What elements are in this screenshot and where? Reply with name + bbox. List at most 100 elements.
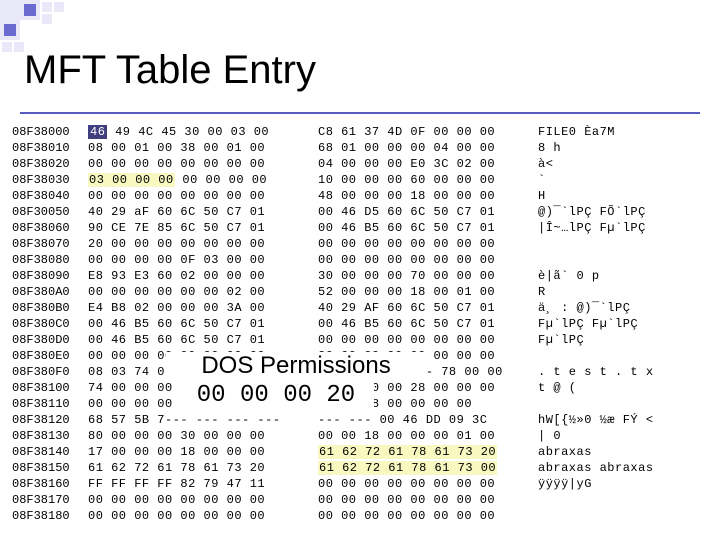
hex-bytes-left: 61 62 72 61 78 61 73 20 xyxy=(88,460,308,476)
hex-bytes-right: 10 00 00 00 60 00 00 00 xyxy=(318,172,538,188)
hex-bytes-left: 00 46 B5 60 6C 50 C7 01 xyxy=(88,332,308,348)
hex-bytes-left: 90 CE 7E 85 6C 50 C7 01 xyxy=(88,220,308,236)
hex-row: 08F3814017 00 00 00 18 00 00 00 61 62 72 … xyxy=(12,444,708,460)
hex-bytes-left: 80 00 00 00 30 00 00 00 xyxy=(88,428,308,444)
hex-bytes-right: 04 00 00 00 E0 3C 02 00 xyxy=(318,156,538,172)
hex-bytes-right: 00 00 00 00 00 00 00 00 xyxy=(318,332,538,348)
hex-row: 08F380B0E4 B8 02 00 00 00 3A 0040 29 AF … xyxy=(12,300,708,316)
slide-title: MFT Table Entry xyxy=(24,48,316,93)
hex-ascii: 8 h xyxy=(538,140,708,156)
hex-bytes-left: 00 00 00 00 00 00 00 00 xyxy=(88,492,308,508)
hex-bytes-left: FF FF FF FF 82 79 47 11 xyxy=(88,476,308,492)
hex-offset: 08F380A0 xyxy=(12,284,88,300)
hex-ascii: . t e s t . t x xyxy=(538,364,708,380)
hex-offset: 08F380B0 xyxy=(12,300,88,316)
hex-ascii: abraxas abraxas xyxy=(538,460,708,476)
hex-bytes-right: 48 00 00 00 18 00 00 00 xyxy=(318,188,538,204)
hex-ascii: FILE0 Èa7M xyxy=(538,124,708,140)
hex-bytes-right: 61 62 72 61 78 61 73 00 xyxy=(318,460,538,476)
hex-bytes-right: 00 00 00 00 00 00 00 00 xyxy=(318,236,538,252)
hex-offset: 08F38110 xyxy=(12,396,88,412)
hex-row: 08F3818000 00 00 00 00 00 00 0000 00 00 … xyxy=(12,508,708,524)
hex-bytes-left: 40 29 aF 60 6C 50 C7 01 xyxy=(88,204,308,220)
hex-offset: 08F380F0 xyxy=(12,364,88,380)
hex-offset: 08F38090 xyxy=(12,268,88,284)
hex-ascii: à< xyxy=(538,156,708,172)
hex-row: 08F38090E8 93 E3 60 02 00 00 00 30 00 00 … xyxy=(12,268,708,284)
hex-ascii: Fµ`lPÇ xyxy=(538,332,708,348)
hex-bytes-left: 17 00 00 00 18 00 00 00 xyxy=(88,444,308,460)
hex-bytes-right: 00 00 00 00 00 00 00 00 xyxy=(318,476,538,492)
hex-offset: 08F38180 xyxy=(12,508,88,524)
hex-offset: 08F30050 xyxy=(12,204,88,220)
hex-row: 08F3800046 49 4C 45 30 00 03 00 C8 61 37 … xyxy=(12,124,708,140)
hex-offset: 08F38130 xyxy=(12,428,88,444)
hex-offset: 08F38030 xyxy=(12,172,88,188)
hex-row: 08F3808000 00 00 00 0F 03 00 0000 00 00 … xyxy=(12,252,708,268)
hex-offset: 08F38160 xyxy=(12,476,88,492)
hex-row: 08F3802000 00 00 00 00 00 00 0004 00 00 … xyxy=(12,156,708,172)
hex-row: 08F3005040 29 aF 60 6C 50 C7 01 00 46 D5 … xyxy=(12,204,708,220)
hex-offset: 08F38040 xyxy=(12,188,88,204)
hex-ascii: |Î~…lPÇ Fµ`lPÇ xyxy=(538,220,708,236)
hex-bytes-right: 00 00 00 00 00 00 00 00 xyxy=(318,492,538,508)
hex-bytes-left: 46 49 4C 45 30 00 03 00 xyxy=(88,124,308,140)
hex-row: 08F3812068 57 5B 7--- --- --- ------ ---… xyxy=(12,412,708,428)
hex-bytes-right: --- --- 00 46 DD 09 3C xyxy=(318,412,538,428)
hex-ascii: abraxas xyxy=(538,444,708,460)
hex-row: 08F3804000 00 00 00 00 00 00 00 48 00 00 … xyxy=(12,188,708,204)
hex-bytes-right: 52 00 00 00 18 00 01 00 xyxy=(318,284,538,300)
hex-bytes-right: 00 00 00 00 00 00 00 00 xyxy=(318,252,538,268)
hex-ascii: hW[{½»0 ½æ FÝ < xyxy=(538,412,708,428)
hex-offset: 08F380C0 xyxy=(12,316,88,332)
hex-offset: 08F38020 xyxy=(12,156,88,172)
hex-row: 08F3807020 00 00 00 00 00 00 00 00 00 00 … xyxy=(12,236,708,252)
hex-offset: 08F38080 xyxy=(12,252,88,268)
hex-bytes-right: 00 00 18 00 00 00 01 00 xyxy=(318,428,538,444)
hex-offset: 08F380E0 xyxy=(12,348,88,364)
hex-bytes-right: 30 00 00 00 70 00 00 00 xyxy=(318,268,538,284)
hexdump: 08F3800046 49 4C 45 30 00 03 00 C8 61 37 … xyxy=(12,124,708,524)
hex-bytes-left: 20 00 00 00 00 00 00 00 xyxy=(88,236,308,252)
hex-ascii: ä¸ : @)¯`lPÇ xyxy=(538,300,708,316)
hex-offset: 08F38010 xyxy=(12,140,88,156)
hex-ascii: @)¯`lPÇ FÕ`lPÇ xyxy=(538,204,708,220)
hex-ascii: t @ ( xyxy=(538,380,708,396)
hex-offset: 08F38140 xyxy=(12,444,88,460)
hex-offset: 08F38150 xyxy=(12,460,88,476)
hex-bytes-right: 00 00 00 00 00 00 00 00 xyxy=(318,508,538,524)
hex-row: 08F3801008 00 01 00 38 00 01 0068 01 00 … xyxy=(12,140,708,156)
hex-row: 08F38160FF FF FF FF 82 79 47 11 00 00 00 … xyxy=(12,476,708,492)
hex-offset: 08F38170 xyxy=(12,492,88,508)
hex-bytes-right: 00 46 B5 60 6C 50 C7 01 xyxy=(318,316,538,332)
hex-bytes-left: E8 93 E3 60 02 00 00 00 xyxy=(88,268,308,284)
hex-bytes-right: 00 46 D5 60 6C 50 C7 01 xyxy=(318,204,538,220)
hex-bytes-left: 00 00 00 00 00 00 00 00 xyxy=(88,188,308,204)
hex-ascii: | 0 xyxy=(538,428,708,444)
hex-offset: 08F38070 xyxy=(12,236,88,252)
hex-ascii: H xyxy=(538,188,708,204)
hex-offset: 08F380D0 xyxy=(12,332,88,348)
hex-bytes-right: 68 01 00 00 00 04 00 00 xyxy=(318,140,538,156)
hex-offset: 08F38000 xyxy=(12,124,88,140)
hex-bytes-left: 03 00 00 00 00 00 00 00 xyxy=(88,172,308,188)
hex-bytes-left: 00 00 00 00 00 00 00 00 xyxy=(88,508,308,524)
hex-row: 08F3813080 00 00 00 30 00 00 00 00 00 18 … xyxy=(12,428,708,444)
hex-ascii: Fµ`lPÇ Fµ`lPÇ xyxy=(538,316,708,332)
hex-offset: 08F38060 xyxy=(12,220,88,236)
hex-ascii: ÿÿÿÿ|yG xyxy=(538,476,708,492)
hex-ascii: R xyxy=(538,284,708,300)
hex-bytes-right: 00 46 B5 60 6C 50 C7 01 xyxy=(318,220,538,236)
hex-ascii: è|ã` 0 p xyxy=(538,268,708,284)
hex-bytes-right: 40 29 AF 60 6C 50 C7 01 xyxy=(318,300,538,316)
hex-bytes-left: 68 57 5B 7--- --- --- --- xyxy=(88,412,308,428)
title-underline xyxy=(20,112,700,114)
hex-bytes-right: 61 62 72 61 78 61 73 20 xyxy=(318,444,538,460)
callout-label: DOS Permissions xyxy=(166,352,426,380)
hex-bytes-left: 00 00 00 00 00 00 02 00 xyxy=(88,284,308,300)
hex-bytes-right: C8 61 37 4D 0F 00 00 00 xyxy=(318,124,538,140)
callout-bytes: 00 00 00 20 xyxy=(178,382,374,409)
hex-row: 08F380D000 46 B5 60 6C 50 C7 01 00 00 00 … xyxy=(12,332,708,348)
hex-ascii: ` xyxy=(538,172,708,188)
hex-offset: 08F38100 xyxy=(12,380,88,396)
